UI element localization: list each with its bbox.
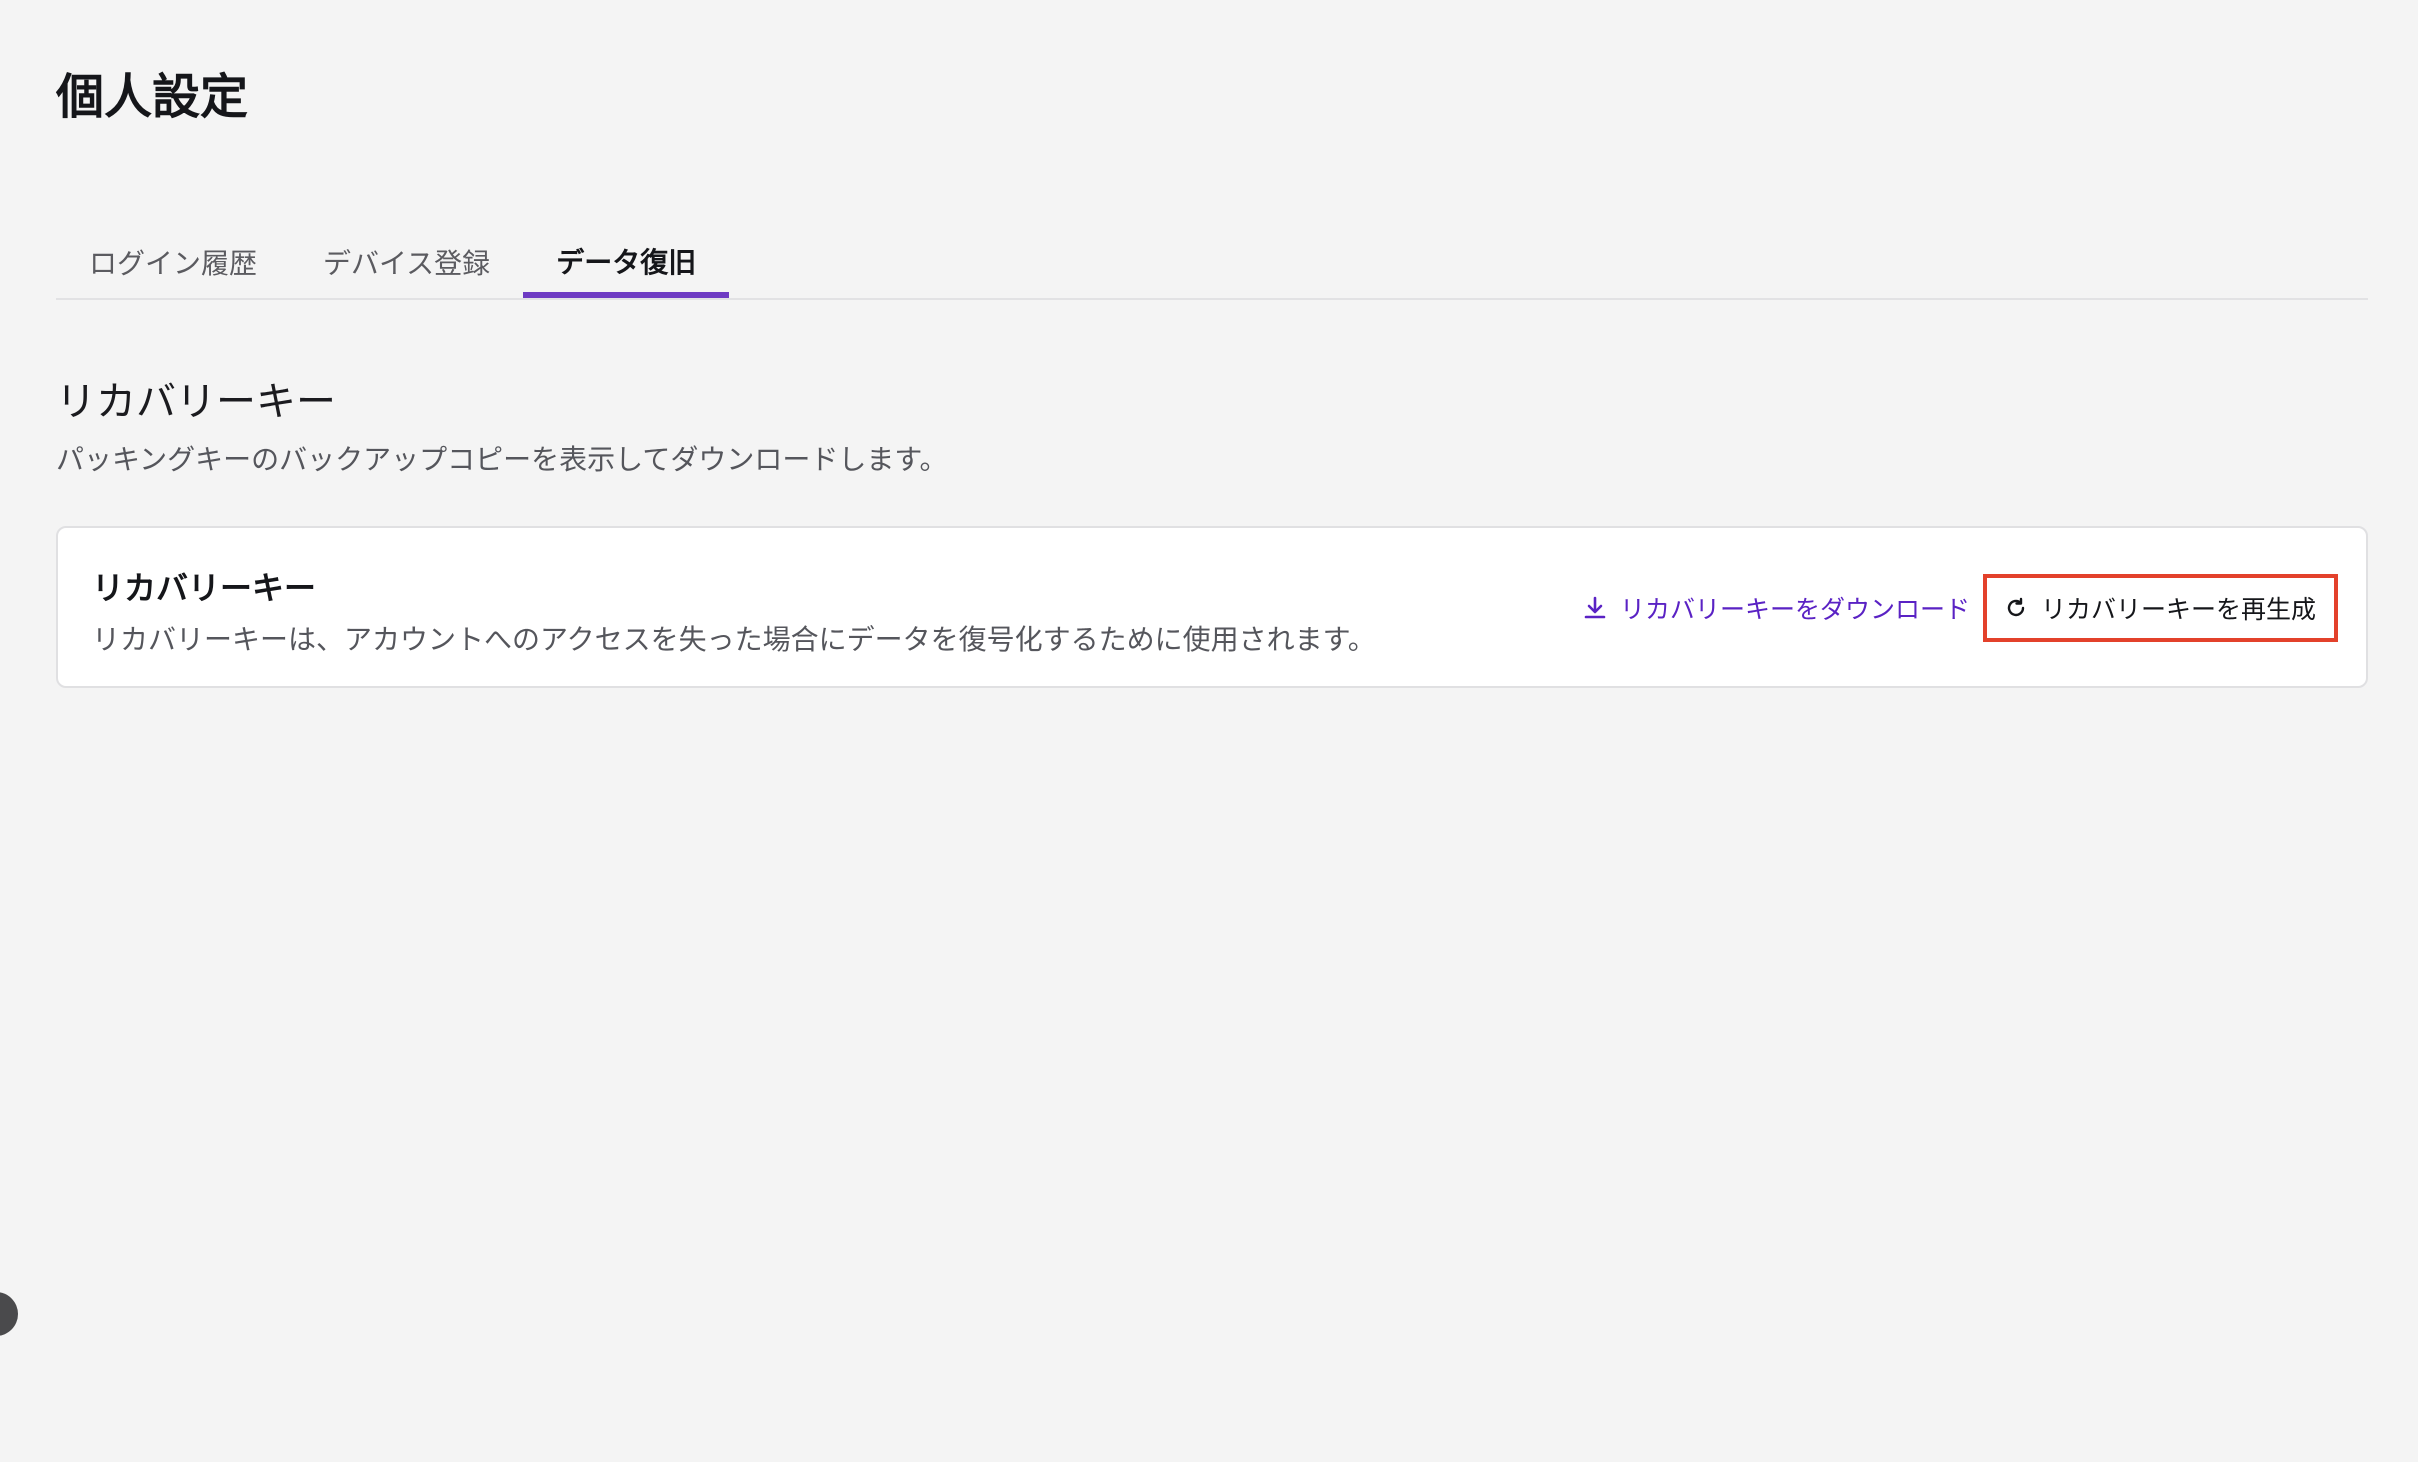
card-title: リカバリーキー — [92, 569, 317, 607]
tab-label: ログイン履歴 — [89, 247, 258, 280]
section-title: リカバリーキー — [56, 379, 336, 425]
tab-label: データ復旧 — [556, 246, 697, 279]
card-description: リカバリーキーは、アカウントへのアクセスを失った場合にデータを復号化するために使… — [92, 623, 1376, 656]
tab-device-registration[interactable]: デバイス登録 — [290, 226, 523, 298]
tab-bar: ログイン履歴 デバイス登録 データ復旧 — [56, 226, 2368, 300]
settings-page: 個人設定 ログイン履歴 デバイス登録 データ復旧 リカバリーキー パッキングキー… — [0, 0, 2418, 1462]
tab-login-history[interactable]: ログイン履歴 — [56, 226, 290, 298]
regenerate-label: リカバリーキーを再生成 — [2040, 595, 2316, 624]
side-handle[interactable] — [0, 1292, 18, 1336]
section-description: パッキングキーのバックアップコピーを表示してダウンロードします。 — [56, 443, 948, 476]
tab-data-recovery[interactable]: データ復旧 — [523, 226, 730, 298]
download-recovery-key-link[interactable]: リカバリーキーをダウンロード — [1584, 584, 1970, 632]
tab-label: デバイス登録 — [323, 247, 491, 280]
page-title: 個人設定 — [56, 69, 249, 125]
download-label: リカバリーキーをダウンロード — [1619, 595, 1970, 624]
refresh-icon — [2005, 597, 2027, 619]
regenerate-recovery-key-button[interactable]: リカバリーキーを再生成 — [1982, 574, 2338, 642]
download-icon — [1584, 596, 1606, 620]
recovery-key-card: リカバリーキー リカバリーキーは、アカウントへのアクセスを失った場合にデータを復… — [56, 526, 2368, 688]
